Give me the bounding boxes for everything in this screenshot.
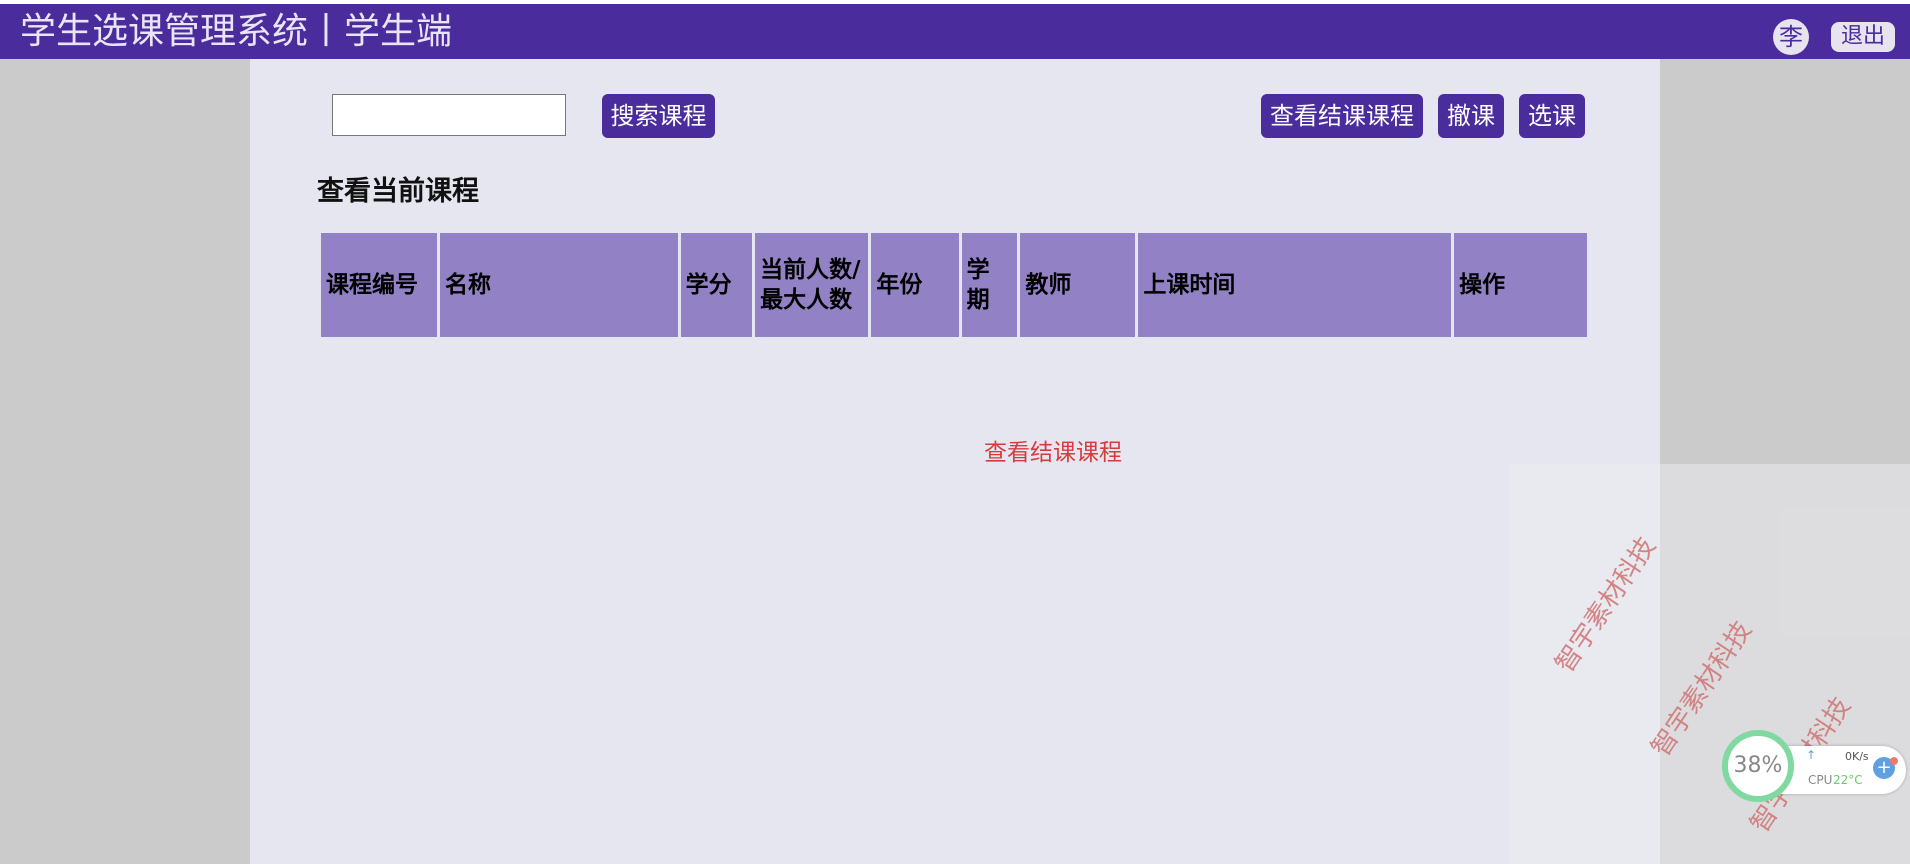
- col-header-action: 操作: [1454, 233, 1587, 337]
- col-header-semester: 学期: [961, 233, 1018, 337]
- section-title: 查看当前课程: [317, 176, 479, 207]
- view-finished-courses-button[interactable]: 查看结课课程: [1261, 94, 1423, 138]
- network-speed: 0K/s: [1845, 750, 1869, 763]
- app-title: 学生选课管理系统丨学生端: [20, 11, 453, 52]
- main-panel: 搜索课程 查看结课课程 撤课 选课 查看当前课程 课程编号 名称 学分 当前人数…: [250, 59, 1660, 864]
- search-course-button[interactable]: 搜索课程: [602, 94, 715, 138]
- cpu-label: CPU: [1808, 773, 1833, 787]
- view-finished-courses-link[interactable]: 查看结课课程: [984, 433, 1122, 467]
- col-header-enrollment: 当前人数/最大人数: [755, 233, 869, 337]
- col-header-course-id: 课程编号: [321, 233, 438, 337]
- notification-dot-icon: [1890, 757, 1898, 765]
- col-header-name: 名称: [440, 233, 678, 337]
- col-header-teacher: 教师: [1020, 233, 1136, 337]
- cpu-usage-ring[interactable]: 38%: [1722, 730, 1794, 802]
- drop-course-button[interactable]: 撤课: [1438, 94, 1504, 138]
- col-header-year: 年份: [871, 233, 959, 337]
- course-table: 课程编号 名称 学分 当前人数/最大人数 年份 学期 教师 上课时间 操作: [318, 233, 1590, 337]
- cpu-temperature: 22°C: [1833, 773, 1863, 787]
- course-search-input[interactable]: [332, 94, 566, 136]
- upload-arrow-icon: ↑: [1806, 748, 1817, 762]
- user-avatar[interactable]: 李: [1773, 19, 1809, 55]
- col-header-credit: 学分: [680, 233, 753, 337]
- select-course-button[interactable]: 选课: [1519, 94, 1585, 138]
- app-header: 学生选课管理系统丨学生端 李 退出: [0, 4, 1910, 59]
- col-header-class-time: 上课时间: [1138, 233, 1452, 337]
- table-header-row: 课程编号 名称 学分 当前人数/最大人数 年份 学期 教师 上课时间 操作: [321, 233, 1587, 337]
- logout-button[interactable]: 退出: [1831, 22, 1895, 52]
